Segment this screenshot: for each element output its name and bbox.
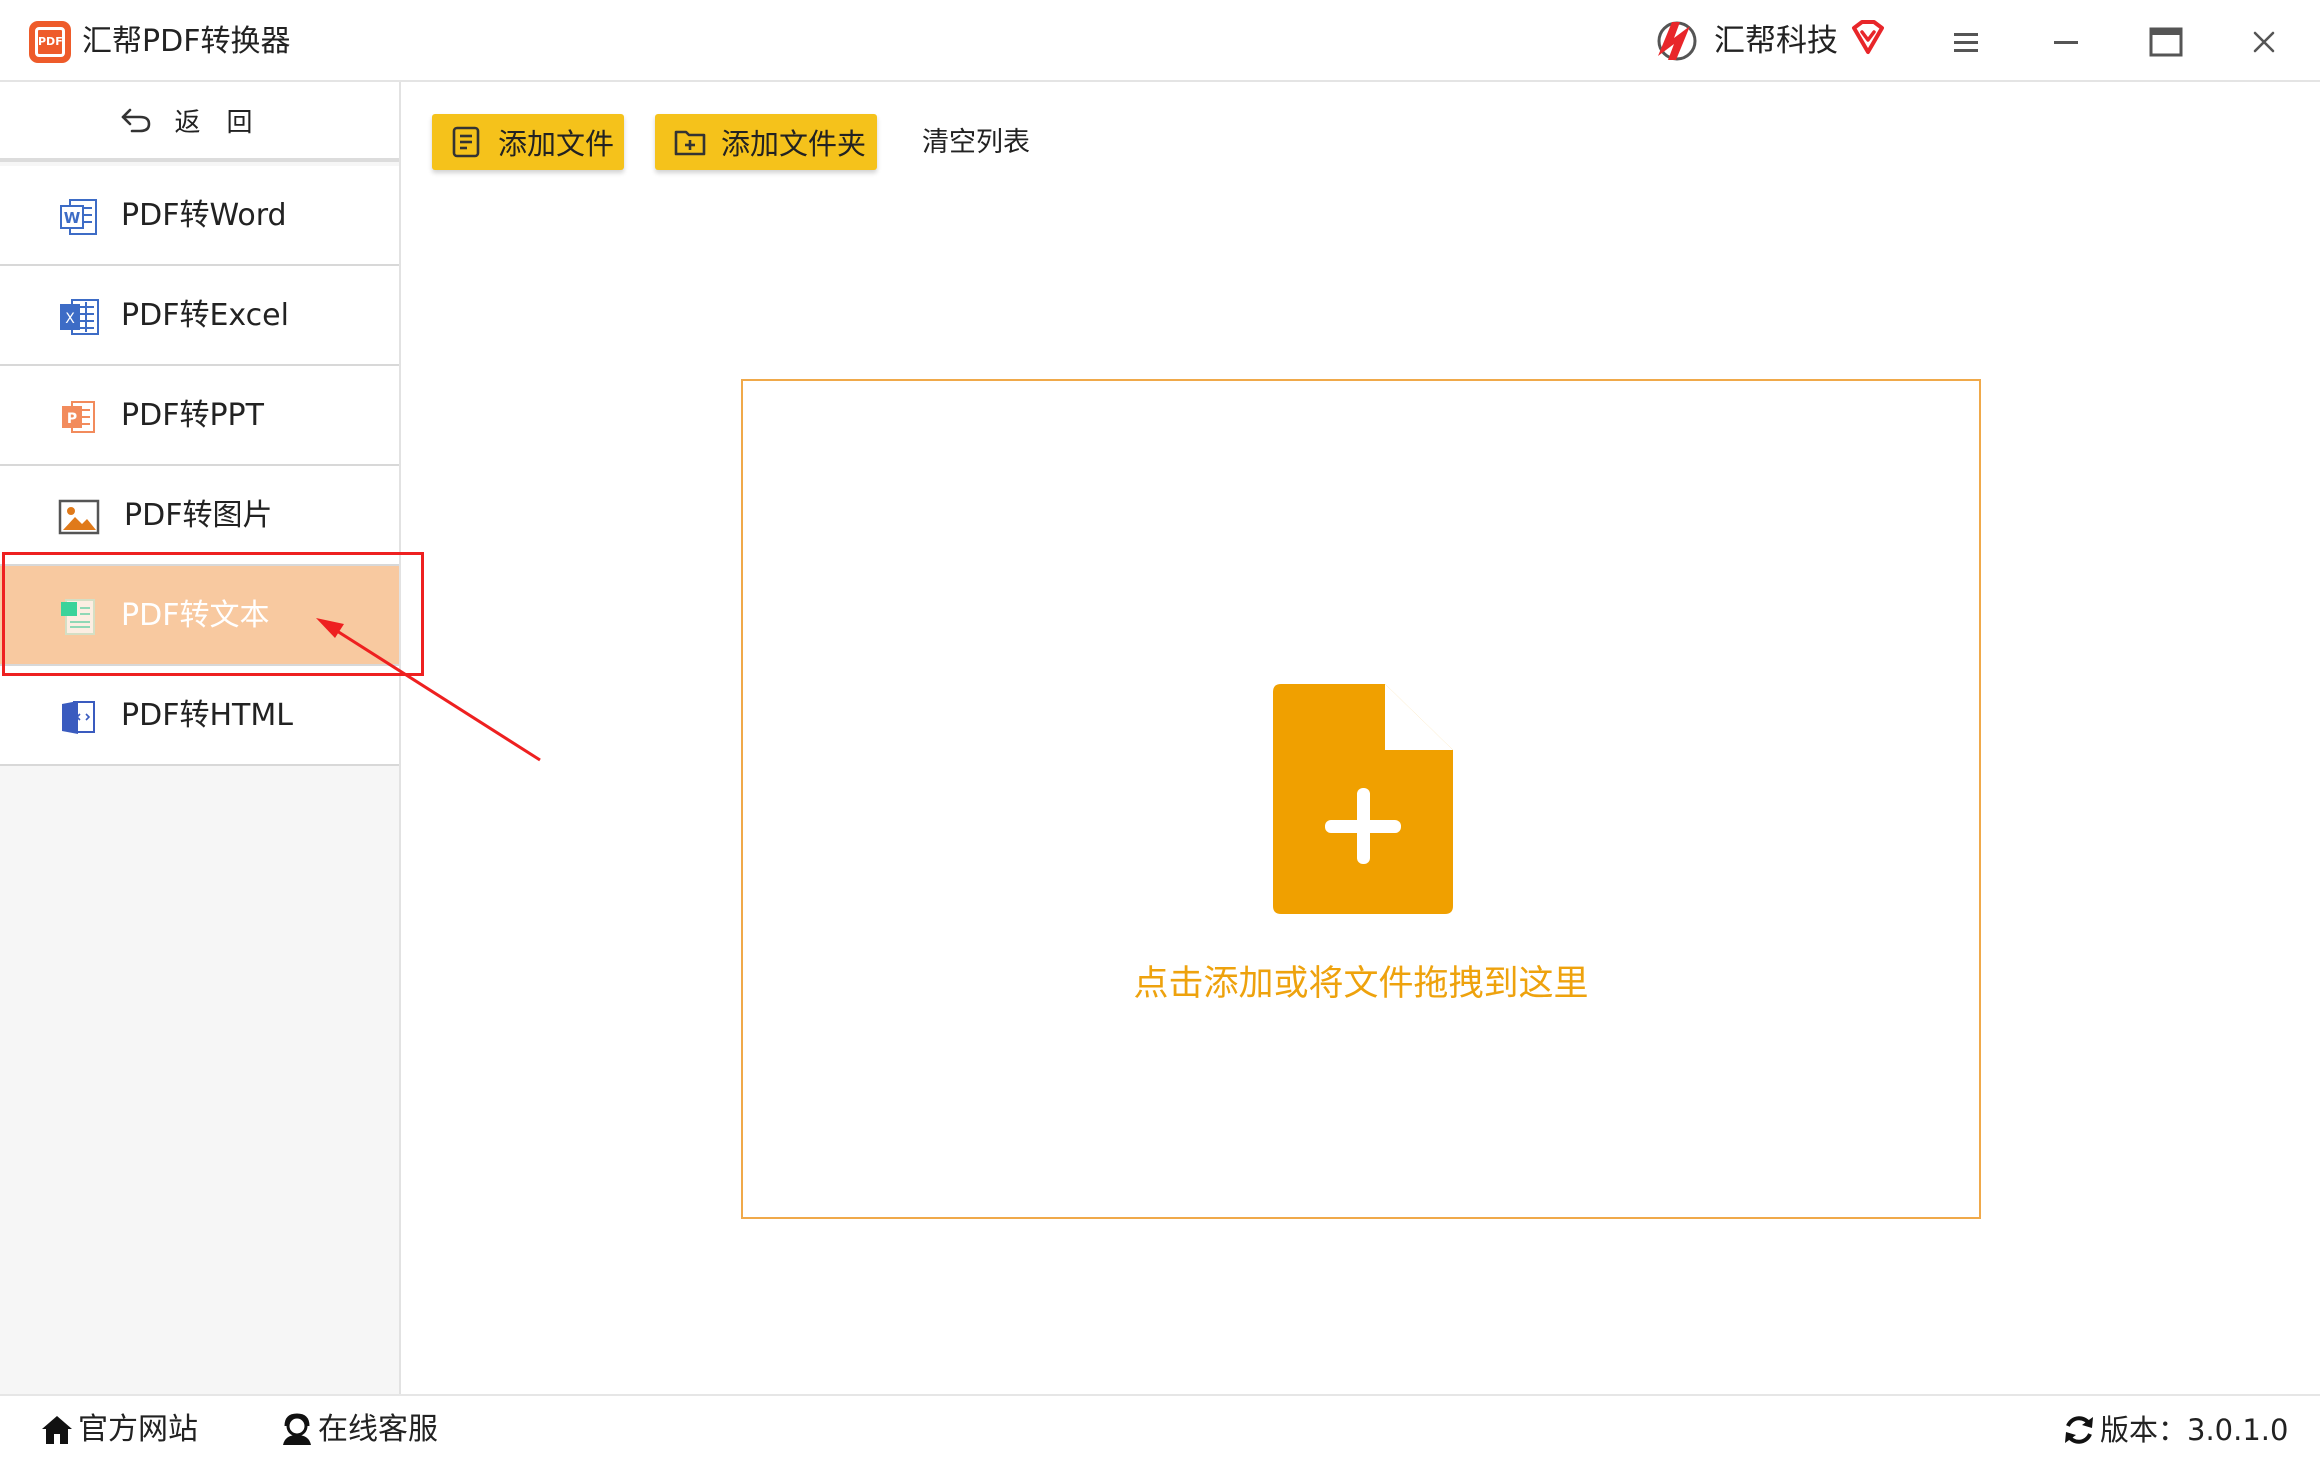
app-logo-icon: PDF bbox=[29, 21, 71, 63]
add-file-button[interactable]: 添加文件 bbox=[432, 114, 624, 170]
close-button[interactable] bbox=[2238, 16, 2290, 68]
sidebar: 返回 W PDF转Word X PDF转Excel P PDF转PPT PDF转… bbox=[0, 82, 401, 1394]
minimize-button[interactable] bbox=[2040, 16, 2092, 68]
add-folder-button[interactable]: 添加文件夹 bbox=[655, 114, 877, 170]
support-label: 在线客服 bbox=[318, 1412, 438, 1447]
brand-logo-icon bbox=[1657, 21, 1697, 61]
minimize-icon bbox=[2054, 41, 2078, 44]
back-arrow-icon bbox=[122, 108, 151, 133]
sidebar-item-pdf-to-image[interactable]: PDF转图片 bbox=[0, 466, 399, 566]
back-button[interactable]: 返回 bbox=[0, 82, 399, 162]
drop-hint: 点击添加或将文件拖拽到这里 bbox=[1133, 964, 1589, 1004]
website-label: 官方网站 bbox=[78, 1412, 198, 1447]
maximize-icon bbox=[2149, 27, 2183, 57]
file-drop-zone[interactable]: 点击添加或将文件拖拽到这里 bbox=[741, 379, 1981, 1219]
add-folder-icon bbox=[674, 130, 706, 156]
sidebar-item-pdf-to-word[interactable]: W PDF转Word bbox=[0, 166, 399, 266]
ppt-icon: P bbox=[62, 401, 95, 433]
app-logo-text: PDF bbox=[35, 27, 65, 57]
home-icon bbox=[42, 1416, 72, 1444]
menu-button[interactable] bbox=[1940, 16, 1992, 68]
add-folder-label: 添加文件夹 bbox=[721, 127, 867, 161]
add-file-icon bbox=[452, 126, 480, 158]
conversion-list: W PDF转Word X PDF转Excel P PDF转PPT PDF转图片 … bbox=[0, 166, 399, 766]
sidebar-item-pdf-to-html[interactable]: PDF转HTML bbox=[0, 666, 399, 766]
status-bar: 官方网站 在线客服 版本：3.0.1.0 bbox=[0, 1394, 2320, 1462]
sidebar-item-label: PDF转HTML bbox=[121, 698, 293, 733]
sidebar-item-pdf-to-excel[interactable]: X PDF转Excel bbox=[0, 266, 399, 366]
refresh-icon bbox=[2065, 1416, 2093, 1444]
sidebar-item-label: PDF转Excel bbox=[121, 298, 289, 333]
sidebar-item-label: PDF转文本 bbox=[121, 598, 270, 633]
image-icon bbox=[58, 499, 100, 535]
online-support-link[interactable]: 在线客服 bbox=[280, 1410, 438, 1450]
sidebar-item-label: PDF转Word bbox=[121, 198, 287, 233]
add-file-label: 添加文件 bbox=[498, 127, 615, 161]
add-document-icon bbox=[1273, 684, 1453, 914]
text-icon bbox=[61, 599, 95, 635]
sidebar-item-pdf-to-text[interactable]: PDF转文本 bbox=[0, 566, 399, 666]
brand-name: 汇帮科技 bbox=[1714, 23, 1838, 59]
back-label: 返回 bbox=[174, 107, 279, 138]
sidebar-item-label: PDF转图片 bbox=[124, 498, 273, 533]
close-icon bbox=[2253, 31, 2275, 53]
svg-text:W: W bbox=[64, 209, 81, 227]
app-title: 汇帮PDF转换器 bbox=[82, 24, 291, 59]
official-website-link[interactable]: 官方网站 bbox=[40, 1410, 198, 1450]
hamburger-icon bbox=[1954, 33, 1978, 52]
title-bar: PDF 汇帮PDF转换器 汇帮科技 bbox=[0, 0, 2320, 82]
version-label: 版本：3.0.1.0 bbox=[2100, 1413, 2289, 1447]
excel-icon: X bbox=[60, 299, 99, 335]
clear-list-button[interactable]: 清空列表 bbox=[922, 124, 1030, 162]
maximize-button[interactable] bbox=[2140, 16, 2192, 68]
vip-diamond-icon[interactable] bbox=[1848, 18, 1888, 58]
html-icon bbox=[62, 701, 95, 734]
sidebar-item-pdf-to-ppt[interactable]: P PDF转PPT bbox=[0, 366, 399, 466]
sidebar-item-label: PDF转PPT bbox=[121, 398, 264, 433]
version-info[interactable]: 版本：3.0.1.0 bbox=[2062, 1410, 2288, 1450]
svg-text:P: P bbox=[67, 411, 77, 427]
support-agent-icon bbox=[283, 1413, 311, 1445]
word-icon: W bbox=[60, 199, 97, 235]
svg-text:X: X bbox=[65, 311, 75, 327]
